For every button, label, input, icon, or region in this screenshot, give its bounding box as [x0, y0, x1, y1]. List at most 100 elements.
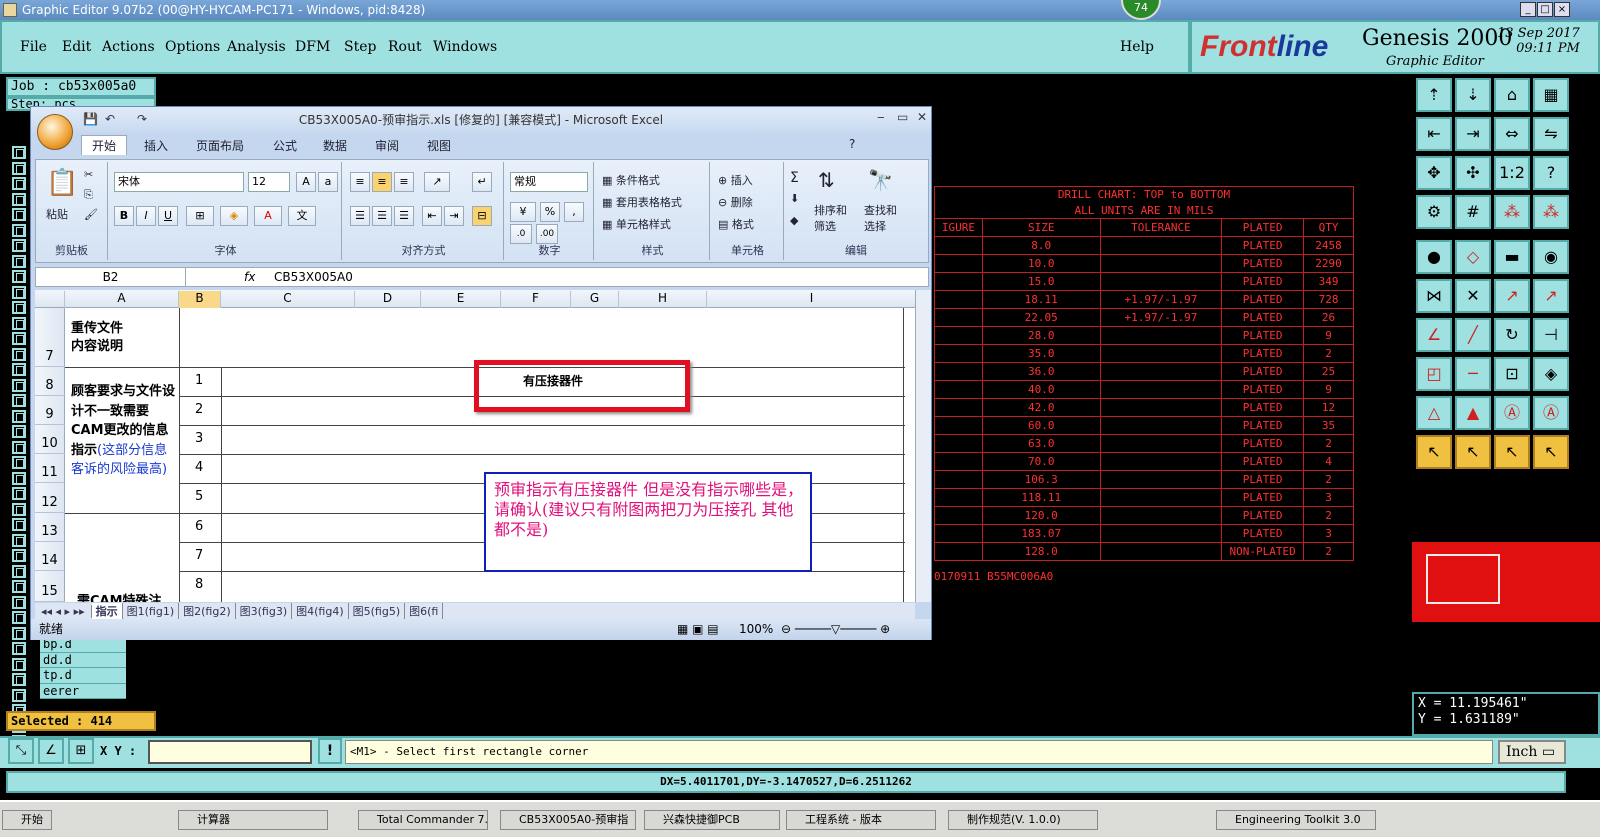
taskbar-item[interactable]: Engineering Toolkit 3.0 — [1216, 810, 1376, 830]
column-header[interactable]: I — [707, 291, 917, 308]
undo-icon[interactable]: ↶ — [105, 112, 115, 126]
menu-dfm[interactable]: DFM — [295, 39, 330, 55]
fill-icon[interactable]: ⬇ — [790, 192, 799, 205]
paste-label[interactable]: 粘贴 — [46, 206, 68, 222]
border-icon[interactable]: ⊞ — [186, 206, 214, 226]
minimize-button[interactable]: _ — [1520, 2, 1536, 17]
column-header[interactable]: G — [571, 291, 619, 308]
clear-icon[interactable]: ◆ — [790, 214, 798, 227]
menu-help[interactable]: Help — [1120, 39, 1154, 55]
menu-step[interactable]: Step — [344, 39, 376, 55]
grid-icon[interactable]: ⊞ — [68, 738, 94, 764]
save-icon[interactable]: 💾 — [83, 112, 98, 126]
phonetic-icon[interactable]: 文 — [288, 206, 316, 226]
layer-checkbox[interactable] — [12, 332, 26, 345]
row-header[interactable]: 12 — [35, 483, 65, 513]
sheet-tab[interactable]: 图2(fig2) — [179, 603, 236, 619]
find-select-icon[interactable]: 🔭 — [868, 168, 893, 192]
sort-filter-icon[interactable]: ⇅ — [818, 168, 835, 192]
sheet-nav-icon[interactable]: ◂◂ ◂ ▸ ▸▸ — [35, 605, 92, 618]
sheet-tab[interactable]: 图6(fi — [405, 603, 444, 619]
layer-checkbox[interactable] — [12, 657, 26, 671]
box-icon[interactable]: ⊡ — [1494, 357, 1530, 391]
row-header[interactable]: 14 — [35, 542, 65, 571]
layer-checkbox[interactable] — [12, 626, 26, 640]
row-header[interactable]: 7 — [35, 308, 65, 367]
layer-checkbox[interactable] — [12, 533, 26, 547]
close-button[interactable]: × — [1554, 2, 1570, 17]
autosum-icon[interactable]: Σ — [790, 170, 799, 186]
layer-item[interactable]: eerer — [40, 684, 126, 699]
cell-number[interactable]: 4 — [195, 460, 203, 475]
sheet-tab[interactable]: 图4(fig4) — [292, 603, 349, 619]
ruler-icon[interactable]: ▬ — [1494, 240, 1530, 274]
row-header[interactable]: 15 — [35, 571, 65, 602]
office-button[interactable] — [37, 114, 73, 150]
layer-checkbox[interactable] — [12, 378, 26, 392]
layer-checkbox[interactable] — [12, 409, 26, 423]
angle-icon[interactable]: ∠ — [1416, 318, 1452, 352]
orientation-icon[interactable]: ↗ — [424, 172, 450, 192]
layer-checkbox[interactable] — [12, 673, 26, 686]
symbol-icon[interactable]: ◈ — [1533, 357, 1569, 391]
select-box-icon[interactable]: ↖ — [1494, 435, 1530, 469]
align-bottom-icon[interactable]: ≡ — [394, 172, 414, 192]
split-icon[interactable]: ⇔ — [1494, 117, 1530, 151]
tab-formulas[interactable]: 公式 — [273, 137, 297, 154]
excel-maximize[interactable]: ▭ — [897, 110, 908, 124]
home-icon[interactable]: ⌂ — [1494, 78, 1530, 112]
insert-cells-button[interactable]: ⊕ 插入 — [718, 172, 753, 188]
column-header[interactable]: E — [421, 291, 501, 308]
vertical-scrollbar[interactable] — [915, 290, 931, 602]
layer-checkbox[interactable] — [12, 363, 26, 376]
layer-checkbox[interactable] — [12, 564, 26, 578]
cross-icon[interactable]: ✕ — [1455, 279, 1491, 313]
column-header[interactable]: C — [221, 291, 355, 308]
menu-windows[interactable]: Windows — [433, 39, 497, 55]
layer-checkbox[interactable] — [12, 254, 26, 268]
merge-center-icon[interactable]: ⊟ — [472, 206, 492, 226]
layer-checkbox[interactable] — [12, 688, 26, 702]
snap-icon[interactable]: ⁂ — [1494, 195, 1530, 229]
pointer-icon[interactable]: ↖ — [1416, 435, 1452, 469]
row-header[interactable]: 11 — [35, 454, 65, 483]
alert-icon[interactable]: ! — [318, 738, 342, 764]
menu-analysis[interactable]: Analysis — [227, 39, 286, 55]
tab-data[interactable]: 数据 — [323, 137, 347, 154]
layer-checkbox[interactable] — [12, 456, 26, 469]
layer-checkbox[interactable] — [12, 161, 26, 175]
view-buttons[interactable]: ▦ ▣ ▤ — [677, 619, 719, 639]
sheet-tab[interactable]: 图5(fig5) — [349, 603, 406, 619]
cell-number[interactable]: 2 — [195, 402, 203, 417]
layer-checkbox[interactable] — [12, 270, 26, 283]
open-icon[interactable]: ⇡ — [1416, 78, 1452, 112]
align-left-icon[interactable]: ☰ — [350, 206, 370, 226]
help-icon[interactable]: ? — [1533, 156, 1569, 190]
layer-checkbox[interactable] — [12, 471, 26, 485]
layer-checkbox[interactable] — [12, 425, 26, 438]
grow-font-icon[interactable]: A — [296, 172, 316, 192]
net-icon[interactable]: ⋈ — [1416, 279, 1452, 313]
shrink-font-icon[interactable]: a — [318, 172, 338, 192]
center-icon[interactable]: ✣ — [1455, 156, 1491, 190]
cell-number[interactable]: 8 — [195, 577, 203, 592]
menu-actions[interactable]: Actions — [102, 39, 155, 55]
cell-number[interactable]: 5 — [195, 489, 203, 504]
swap-icon[interactable]: ⇋ — [1533, 117, 1569, 151]
layer-checkbox[interactable] — [12, 192, 26, 206]
cell-number[interactable]: 3 — [195, 431, 203, 446]
help-icon[interactable]: ? — [849, 137, 855, 151]
rotate-icon[interactable]: ↻ — [1494, 318, 1530, 352]
row-header[interactable]: 8 — [35, 367, 65, 396]
maximize-button[interactable]: □ — [1537, 2, 1553, 17]
select-multi-icon[interactable]: ↖ — [1533, 435, 1569, 469]
row-header[interactable]: 10 — [35, 425, 65, 454]
fill-color-icon[interactable]: ◈ — [220, 206, 248, 226]
cell-number[interactable]: 1 — [195, 373, 203, 388]
measure-icon[interactable]: ∠ — [38, 738, 64, 764]
layer-checkbox[interactable] — [12, 239, 26, 252]
layer-checkbox[interactable] — [12, 146, 26, 159]
cell-a7[interactable]: 重传文件 内容说明 — [71, 320, 123, 356]
formula-input[interactable]: CB53X005A0 — [274, 268, 353, 286]
cell-number[interactable]: 6 — [195, 519, 203, 534]
